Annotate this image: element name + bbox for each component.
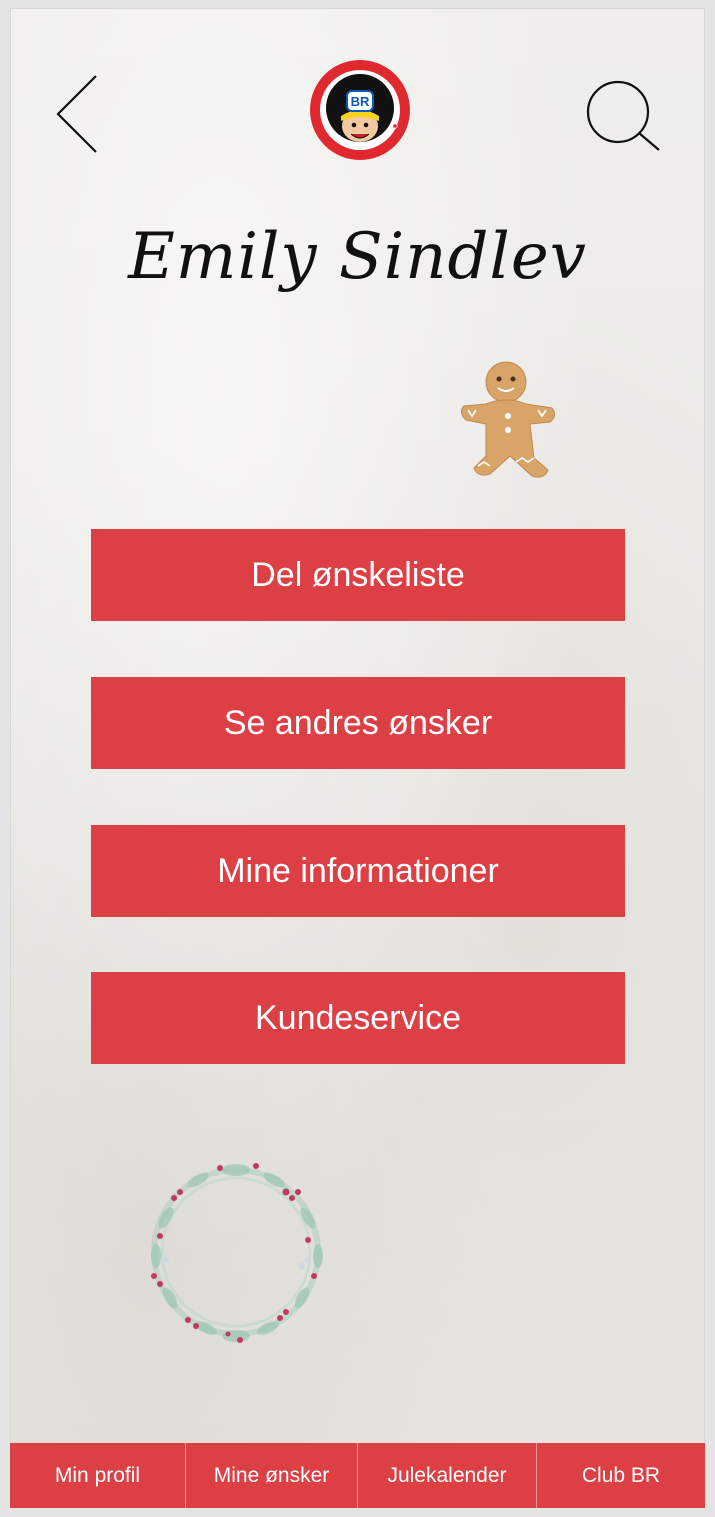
my-information-button[interactable]: Mine informationer — [91, 825, 625, 917]
app-screen: BR Emily Sindlev Del ønskeliste Se andre… — [10, 8, 705, 1508]
customer-service-button[interactable]: Kundeservice — [91, 972, 625, 1064]
see-others-wishes-button[interactable]: Se andres ønsker — [91, 677, 625, 769]
tab-min-profil[interactable]: Min profil — [10, 1443, 186, 1508]
bottom-tab-bar: Min profil Mine ønsker Julekalender Club… — [10, 1443, 705, 1508]
tab-mine-onsker[interactable]: Mine ønsker — [186, 1443, 358, 1508]
search-button[interactable] — [584, 78, 664, 158]
back-button[interactable] — [52, 72, 104, 156]
gingerbread-icon — [456, 358, 560, 482]
share-wishlist-button[interactable]: Del ønskeliste — [91, 529, 625, 621]
wreath-icon — [136, 1148, 336, 1358]
br-logo[interactable]: BR — [308, 58, 412, 162]
tab-club-br[interactable]: Club BR — [537, 1443, 705, 1508]
chevron-left-icon — [56, 75, 97, 153]
logo-text: BR — [351, 94, 370, 109]
profile-name: Emily Sindlev — [128, 220, 587, 294]
tab-julekalender[interactable]: Julekalender — [358, 1443, 537, 1508]
search-icon — [586, 80, 660, 151]
